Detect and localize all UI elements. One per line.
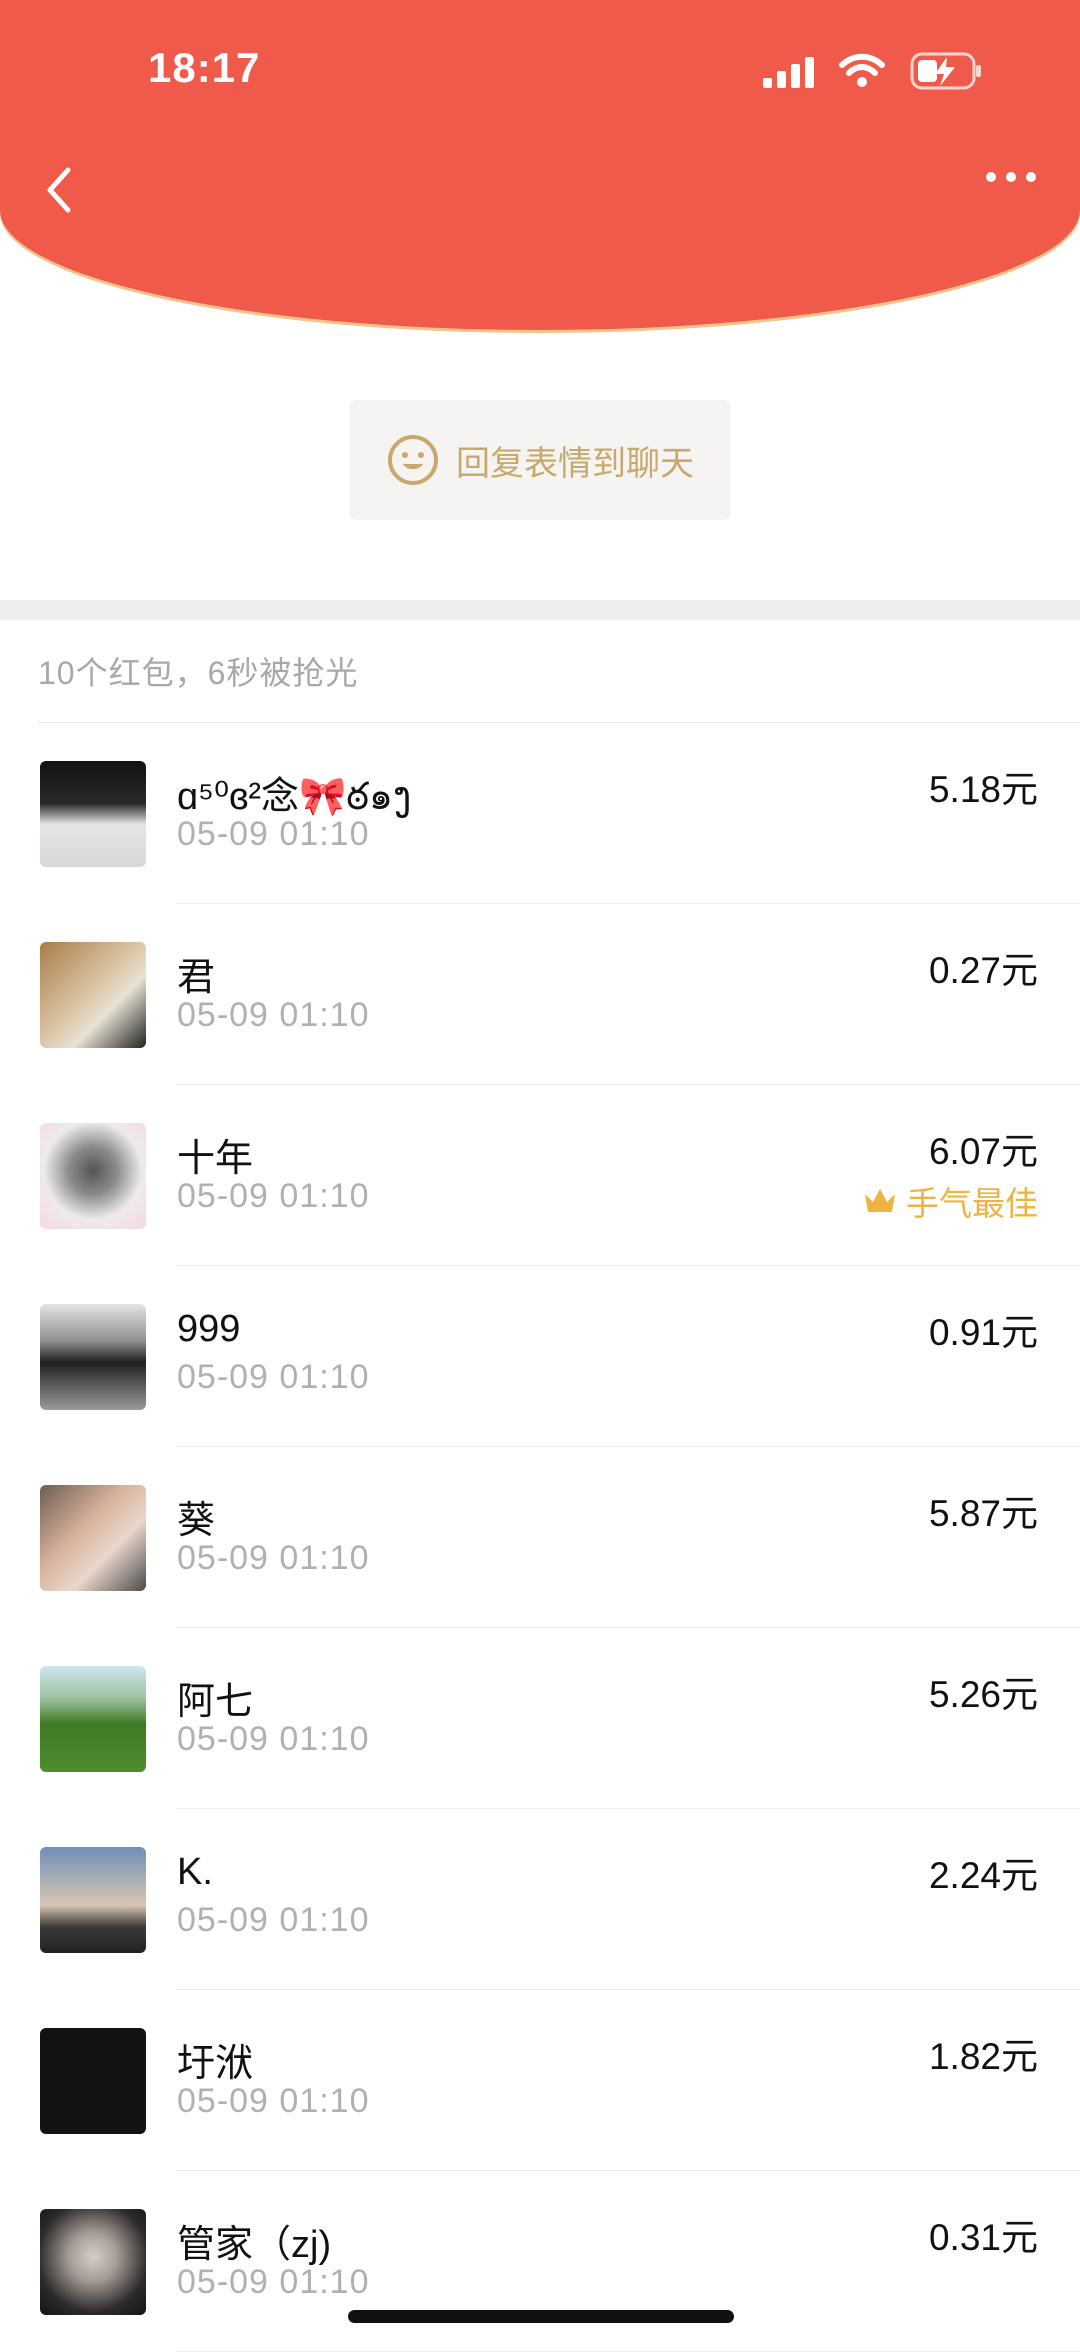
avatar — [40, 2028, 146, 2134]
avatar — [40, 942, 146, 1048]
claim-row[interactable]: 葵 05-09 01:10 5.87元 — [0, 1447, 1080, 1628]
claim-row[interactable]: 999 05-09 01:10 0.91元 — [0, 1266, 1080, 1447]
claim-time: 05-09 01:10 — [177, 2263, 370, 2301]
claim-amount: 5.26元 — [928, 1674, 1038, 1715]
claim-row[interactable]: 君 05-09 01:10 0.27元 — [0, 904, 1080, 1085]
claim-amount: 2.24元 — [928, 1855, 1038, 1896]
claim-time: 05-09 01:10 — [177, 815, 370, 853]
battery-charging-icon — [910, 52, 981, 90]
claimer-name: 十年 — [177, 1138, 254, 1180]
claim-row[interactable]: 管家（zj) 05-09 01:10 0.31元 — [0, 2171, 1080, 2352]
claim-amount: 1.82元 — [928, 2036, 1038, 2077]
packet-summary: 10个红包，6秒被抢光 — [38, 655, 359, 691]
claim-time: 05-09 01:10 — [177, 996, 370, 1034]
claim-amount: 0.27元 — [928, 950, 1038, 991]
reply-button-label: 回复表情到聊天 — [456, 444, 694, 483]
claim-amount: 6.07元 — [928, 1131, 1038, 1172]
claim-amount: 5.18元 — [928, 769, 1038, 810]
best-luck-badge: 手气最佳 — [862, 1177, 1038, 1225]
reply-emoji-button[interactable]: 回复表情到聊天 — [350, 400, 730, 520]
status-icons — [763, 50, 984, 92]
claim-amount: 5.87元 — [928, 1493, 1038, 1534]
claim-row[interactable]: 十年 05-09 01:10 6.07元 手气最佳 — [0, 1085, 1080, 1266]
status-time: 18:17 — [148, 44, 261, 91]
claim-row[interactable]: K. 05-09 01:10 2.24元 — [0, 1809, 1080, 1990]
section-divider — [0, 600, 1080, 620]
claim-time: 05-09 01:10 — [177, 1358, 370, 1396]
claimer-name: 圩洑 — [177, 2043, 254, 2085]
claimer-name: 阿七 — [177, 1681, 254, 1723]
claim-time: 05-09 01:10 — [177, 1177, 370, 1215]
claim-time: 05-09 01:10 — [177, 1720, 370, 1758]
claim-amount: 0.91元 — [928, 1312, 1038, 1353]
claimer-name: K. — [177, 1851, 213, 1893]
wifi-icon — [839, 53, 885, 87]
best-luck-label: 手气最佳 — [906, 1185, 1038, 1222]
red-packet-header: 18:17 — [0, 0, 1080, 330]
claim-row[interactable]: ɑ⁵⁰ɞ²念🎀ఠ๑ງ 05-09 01:10 5.18元 — [0, 723, 1080, 904]
claim-row[interactable]: 圩洑 05-09 01:10 1.82元 — [0, 1990, 1080, 2171]
avatar — [40, 1847, 146, 1953]
avatar — [40, 761, 146, 867]
home-indicator[interactable] — [348, 2310, 734, 2323]
ellipsis-icon[interactable] — [986, 172, 1036, 182]
claim-time: 05-09 01:10 — [177, 2082, 370, 2120]
cellular-signal-icon — [763, 54, 814, 88]
claim-amount: 0.31元 — [928, 2217, 1038, 2258]
claimer-name: 葵 — [177, 1500, 216, 1542]
crown-icon — [865, 1189, 895, 1212]
smile-icon — [388, 435, 438, 485]
claimer-name: 君 — [177, 957, 216, 999]
claim-time: 05-09 01:10 — [177, 1539, 370, 1577]
avatar — [40, 1304, 146, 1410]
avatar — [40, 1485, 146, 1591]
chevron-left-icon[interactable] — [34, 160, 84, 220]
avatar — [40, 1123, 146, 1229]
claim-row[interactable]: 阿七 05-09 01:10 5.26元 — [0, 1628, 1080, 1809]
claimer-name: 999 — [177, 1308, 241, 1350]
claimer-name: 管家（zj) — [177, 2224, 332, 2266]
avatar — [40, 1666, 146, 1772]
claim-time: 05-09 01:10 — [177, 1901, 370, 1939]
avatar — [40, 2209, 146, 2315]
claim-list: ɑ⁵⁰ɞ²念🎀ఠ๑ງ 05-09 01:10 5.18元 君 05-09 01:… — [0, 723, 1080, 2352]
